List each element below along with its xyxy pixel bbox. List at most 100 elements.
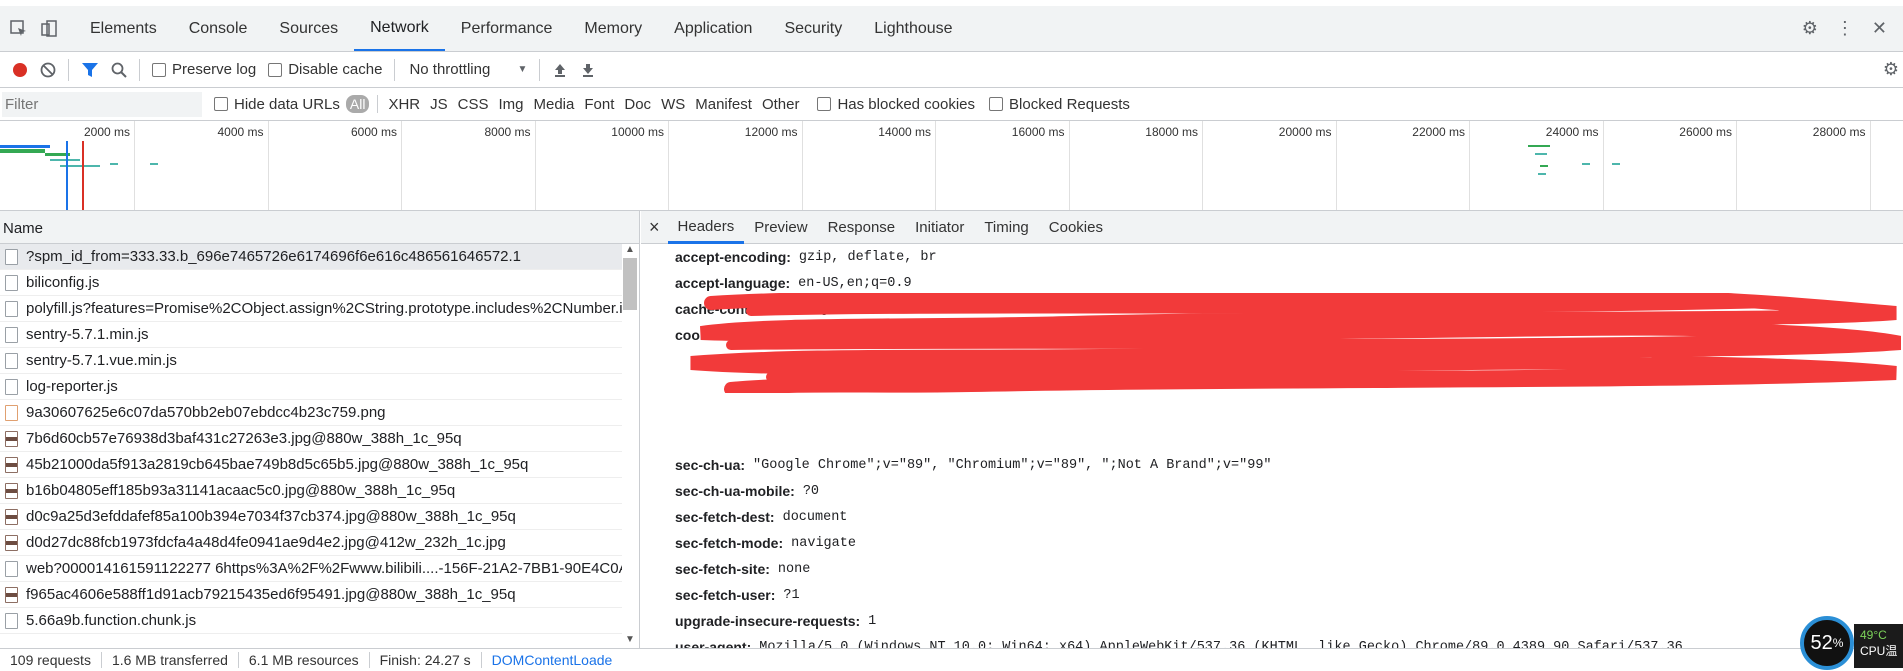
cpu-unit: % [1832, 636, 1844, 650]
record-icon[interactable] [12, 62, 28, 78]
header-row: sec-fetch-user: ?1 [641, 582, 1903, 608]
checkbox-box[interactable] [152, 62, 166, 77]
filter-type-manifest[interactable]: Manifest [695, 96, 752, 113]
file-type-icon [5, 586, 18, 603]
request-row[interactable]: d0d27dc88fcb1973fdcfa4a48d4fe0941ae9d4e2… [0, 530, 622, 556]
tab-initiator[interactable]: Initiator [905, 211, 974, 244]
file-type-icon [5, 508, 18, 525]
divider [139, 58, 140, 81]
filter-type-font[interactable]: Font [584, 96, 614, 113]
timeline-gridline [401, 121, 402, 210]
filter-type-xhr[interactable]: XHR [388, 96, 420, 113]
tab-application[interactable]: Application [658, 6, 768, 51]
request-row[interactable]: biliconfig.js [0, 270, 622, 296]
header-key: sec-ch-ua-mobile: [675, 483, 795, 499]
scroll-up-icon[interactable]: ▲ [623, 244, 637, 258]
file-type-icon [5, 248, 18, 265]
request-row[interactable]: f965ac4606e588ff1d91acb79215435ed6f95491… [0, 582, 622, 608]
request-list-scrollbar[interactable]: ▲ ▼ [623, 244, 637, 648]
network-settings-gear-icon[interactable]: ⚙ [1883, 59, 1899, 80]
redaction-scribble [690, 293, 1901, 393]
filter-bar: Hide data URLs All XHR JS CSS Img Media … [0, 88, 1903, 121]
tab-sources[interactable]: Sources [263, 6, 354, 51]
close-detail-icon[interactable]: × [641, 211, 668, 244]
filter-type-other[interactable]: Other [762, 96, 800, 113]
file-type-icon [5, 274, 18, 291]
request-row[interactable]: 45b21000da5f913a2819cb645bae749b8d5c65b5… [0, 452, 622, 478]
tab-response[interactable]: Response [818, 211, 906, 244]
name-column-header[interactable]: Name [0, 211, 639, 244]
disable-cache-label: Disable cache [288, 61, 383, 78]
import-har-icon[interactable] [552, 62, 568, 78]
request-row[interactable]: 7b6d60cb57e76938d3baf431c27263e3.jpg@880… [0, 426, 622, 452]
search-icon[interactable] [111, 62, 127, 78]
waterfall-bar [1582, 163, 1590, 165]
device-toolbar-icon[interactable] [38, 18, 60, 40]
timeline-tick-label: 2000 ms [83, 125, 130, 139]
request-row[interactable]: d0c9a25d3efddafef85a100b394e7034f37cb374… [0, 504, 622, 530]
timeline-tick-label: 22000 ms [1412, 125, 1465, 139]
checkbox-box[interactable] [214, 97, 228, 111]
header-row: sec-ch-ua-mobile: ?0 [641, 478, 1903, 504]
checkbox-box[interactable] [268, 62, 283, 77]
filter-type-doc[interactable]: Doc [624, 96, 651, 113]
header-value: ?1 [783, 587, 800, 603]
filter-type-img[interactable]: Img [498, 96, 523, 113]
checkbox-box[interactable] [989, 97, 1004, 111]
timeline-gridline [134, 121, 135, 210]
tab-elements[interactable]: Elements [74, 6, 173, 51]
request-name: 9a30607625e6c07da570bb2eb07ebdcc4b23c759… [26, 404, 386, 421]
tab-performance[interactable]: Performance [445, 6, 569, 51]
filter-type-css[interactable]: CSS [458, 96, 489, 113]
filter-funnel-icon[interactable] [81, 62, 99, 78]
blocked-requests-checkbox[interactable]: Blocked Requests [989, 96, 1130, 113]
network-overview-timeline[interactable]: 2000 ms 4000 ms 6000 ms 8000 ms 10000 ms 1200… [0, 121, 1903, 211]
hide-data-urls-checkbox[interactable]: Hide data URLs [214, 96, 340, 113]
disable-cache-checkbox[interactable]: Disable cache [268, 61, 382, 78]
request-row[interactable]: polyfill.js?features=Promise%2CObject.as… [0, 296, 622, 322]
throttling-select[interactable]: No throttling ▼ [409, 61, 527, 78]
tab-headers[interactable]: Headers [667, 211, 745, 244]
header-row [641, 426, 1903, 452]
timeline-tick-label: 8000 ms [484, 125, 531, 139]
waterfall-bar [110, 163, 118, 165]
preserve-log-checkbox[interactable]: Preserve log [152, 61, 256, 78]
chevron-down-icon: ▼ [517, 64, 528, 75]
has-blocked-cookies-checkbox[interactable]: Has blocked cookies [817, 96, 975, 113]
request-row[interactable]: 9a30607625e6c07da570bb2eb07ebdcc4b23c759… [0, 400, 622, 426]
inspect-element-icon[interactable] [8, 18, 30, 40]
timeline-tick-label: 12000 ms [744, 125, 798, 139]
transferred-size: 1.6 MB transferred [102, 652, 239, 668]
settings-gear-icon[interactable]: ⚙ [1802, 18, 1818, 39]
filter-type-media[interactable]: Media [534, 96, 575, 113]
timeline-gridline [668, 121, 669, 210]
tab-preview[interactable]: Preview [744, 211, 817, 244]
scroll-thumb[interactable] [623, 258, 637, 310]
tab-network[interactable]: Network [354, 6, 445, 51]
request-name: 5.66a9b.function.chunk.js [26, 612, 197, 629]
close-devtools-icon[interactable]: ✕ [1872, 18, 1887, 39]
scroll-down-icon[interactable]: ▼ [623, 634, 637, 648]
tab-lighthouse[interactable]: Lighthouse [858, 6, 968, 51]
checkbox-box[interactable] [817, 97, 832, 111]
export-har-icon[interactable] [580, 62, 596, 78]
filter-type-all[interactable]: All [345, 95, 370, 113]
filter-input[interactable] [2, 91, 202, 117]
divider [68, 58, 69, 81]
filter-type-js[interactable]: JS [430, 96, 448, 113]
tab-memory[interactable]: Memory [568, 6, 658, 51]
request-row[interactable]: b16b04805eff185b93a31141acaac5c0.jpg@880… [0, 478, 622, 504]
more-options-icon[interactable]: ⋮ [1836, 18, 1854, 39]
tab-timing[interactable]: Timing [974, 211, 1038, 244]
request-row[interactable]: web?000014161591122277 6https%3A%2F%2Fww… [0, 556, 622, 582]
request-row[interactable]: 5.66a9b.function.chunk.js [0, 608, 622, 634]
request-row[interactable]: log-reporter.js [0, 374, 622, 400]
request-row[interactable]: sentry-5.7.1.min.js [0, 322, 622, 348]
tab-console[interactable]: Console [173, 6, 264, 51]
request-row[interactable]: sentry-5.7.1.vue.min.js [0, 348, 622, 374]
clear-icon[interactable] [40, 62, 56, 78]
tab-security[interactable]: Security [768, 6, 858, 51]
request-row[interactable]: ?spm_id_from=333.33.b_696e7465726e617469… [0, 244, 622, 270]
tab-cookies[interactable]: Cookies [1039, 211, 1113, 244]
filter-type-ws[interactable]: WS [661, 96, 685, 113]
